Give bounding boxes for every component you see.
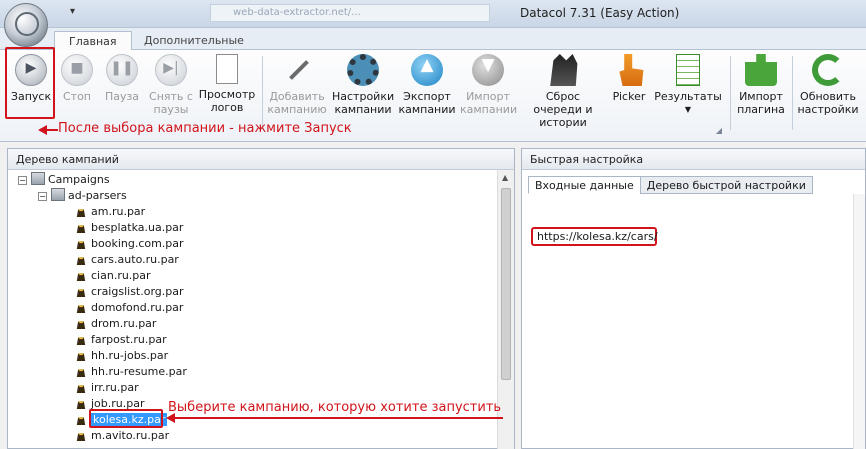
import-campaign-button[interactable]: ▼ Импорт кампании bbox=[460, 54, 517, 116]
worker-icon bbox=[76, 257, 86, 265]
people-group-icon bbox=[550, 54, 578, 86]
pointer-hand-icon bbox=[619, 54, 644, 86]
highlight-selected-campaign bbox=[89, 409, 163, 428]
tree-item[interactable]: hh.ru-resume.par bbox=[8, 364, 514, 380]
tab-additional[interactable]: Дополнительные bbox=[130, 31, 258, 51]
worker-icon bbox=[76, 353, 86, 361]
panel-title: Дерево кампаний bbox=[8, 149, 514, 170]
ribbon-launcher-icon[interactable]: ◢ bbox=[716, 126, 722, 135]
annotation-arrow-line bbox=[175, 417, 503, 419]
export-campaign-button[interactable]: ▲ Экспорт кампании bbox=[398, 54, 456, 116]
quick-access-dropdown-icon[interactable]: ▾ bbox=[70, 6, 75, 17]
tree-item[interactable]: hh.ru-jobs.par bbox=[8, 348, 514, 364]
tree-item[interactable]: irr.ru.par bbox=[8, 380, 514, 396]
tree-item[interactable]: am.ru.par bbox=[8, 204, 514, 220]
log-document-icon bbox=[216, 54, 238, 84]
campaign-settings-button[interactable]: Настройки кампании bbox=[332, 54, 394, 116]
worker-icon bbox=[76, 225, 86, 233]
scrollbar-thumb[interactable] bbox=[501, 188, 511, 380]
update-settings-button[interactable]: Обновить настройки bbox=[796, 54, 860, 116]
spreadsheet-icon bbox=[676, 54, 700, 86]
quick-setup-panel: Быстрая настройка Входные данные Дерево б… bbox=[521, 148, 866, 449]
tree-item[interactable]: drom.ru.par bbox=[8, 316, 514, 332]
worker-icon bbox=[76, 385, 86, 393]
folder-icon bbox=[51, 188, 65, 201]
ribbon-separator bbox=[730, 56, 731, 130]
tree-folder[interactable]: − ad-parsers bbox=[8, 188, 514, 204]
app-menu-button[interactable] bbox=[4, 3, 48, 47]
globe-icon bbox=[15, 12, 39, 36]
picker-button[interactable]: Picker bbox=[608, 54, 650, 103]
address-bar: web-data-extractor.net/... bbox=[210, 4, 490, 22]
download-arrow-icon: ▼ bbox=[472, 54, 504, 86]
worker-icon bbox=[76, 273, 86, 281]
highlight-start-button bbox=[5, 47, 55, 119]
collapse-icon[interactable]: − bbox=[18, 176, 27, 185]
magic-wand-icon bbox=[281, 54, 313, 86]
tab-main[interactable]: Главная bbox=[54, 31, 132, 51]
puzzle-piece-icon bbox=[745, 54, 777, 86]
worker-icon bbox=[76, 433, 86, 441]
tree-item[interactable]: cars.auto.ru.par bbox=[8, 252, 514, 268]
annotation-choose-campaign: Выберите кампанию, которую хотите запуст… bbox=[168, 400, 502, 415]
tree-item[interactable]: cian.ru.par bbox=[8, 268, 514, 284]
worker-icon bbox=[76, 401, 86, 409]
reset-queue-button[interactable]: Сброс очереди и истории bbox=[520, 54, 606, 129]
ribbon-separator bbox=[792, 56, 793, 130]
import-plugin-button[interactable]: Импорт плагина bbox=[734, 54, 788, 116]
worker-icon bbox=[76, 369, 86, 377]
unpause-button[interactable]: ▶| Снять с паузы bbox=[146, 54, 196, 116]
view-logs-button[interactable]: Просмотр логов bbox=[198, 54, 256, 114]
tree-item[interactable]: craigslist.org.par bbox=[8, 284, 514, 300]
annotation-after-select: После выбора кампании - нажмите Запуск bbox=[58, 121, 352, 136]
tree-item[interactable]: farpost.ru.par bbox=[8, 332, 514, 348]
pause-icon: ❚❚ bbox=[106, 54, 138, 86]
title-bar: ▾ web-data-extractor.net/... Datacol 7.3… bbox=[0, 0, 866, 28]
gear-icon bbox=[347, 54, 379, 86]
results-dropdown-button[interactable]: Результаты ▼ bbox=[654, 54, 722, 116]
upload-arrow-icon: ▲ bbox=[411, 54, 443, 86]
window-title: Datacol 7.31 (Easy Action) bbox=[520, 6, 680, 20]
resume-icon: ▶| bbox=[155, 54, 187, 86]
worker-icon bbox=[76, 417, 86, 425]
tab-input-data[interactable]: Входные данные bbox=[528, 176, 641, 194]
tree-item[interactable]: besplatka.ua.par bbox=[8, 220, 514, 236]
tree-item[interactable]: m.avito.ru.par bbox=[8, 428, 514, 444]
tree-root[interactable]: − Campaigns bbox=[8, 172, 514, 188]
annotation-arrow-line bbox=[46, 129, 58, 131]
collapse-icon[interactable]: − bbox=[38, 192, 47, 201]
stop-icon: ■ bbox=[61, 54, 93, 86]
stop-button[interactable]: ■ Стоп bbox=[56, 54, 98, 103]
worker-icon bbox=[76, 241, 86, 249]
worker-icon bbox=[76, 305, 86, 313]
ribbon-separator bbox=[262, 56, 263, 130]
folder-icon bbox=[31, 172, 45, 185]
tree-item[interactable]: domofond.ru.par bbox=[8, 300, 514, 316]
scroll-up-icon[interactable]: ▲ bbox=[502, 173, 508, 182]
add-campaign-button[interactable]: Добавить кампанию bbox=[266, 54, 328, 116]
worker-icon bbox=[76, 209, 86, 217]
worker-icon bbox=[76, 289, 86, 297]
quick-setup-tabs: Входные данные Дерево быстрой настройки bbox=[522, 170, 865, 194]
pause-button[interactable]: ❚❚ Пауза bbox=[100, 54, 144, 103]
tree-item[interactable]: booking.com.par bbox=[8, 236, 514, 252]
ribbon-tabs: Главная Дополнительные bbox=[0, 28, 866, 51]
input-url-field[interactable]: https://kolesa.kz/cars/ bbox=[531, 227, 658, 246]
refresh-icon bbox=[812, 54, 844, 86]
chevron-down-icon: ▼ bbox=[684, 105, 692, 114]
tab-quick-setup-tree[interactable]: Дерево быстрой настройки bbox=[639, 176, 813, 194]
panel-title: Быстрая настройка bbox=[522, 149, 865, 170]
input-scrollbar[interactable] bbox=[853, 194, 865, 449]
worker-icon bbox=[76, 337, 86, 345]
worker-icon bbox=[76, 321, 86, 329]
